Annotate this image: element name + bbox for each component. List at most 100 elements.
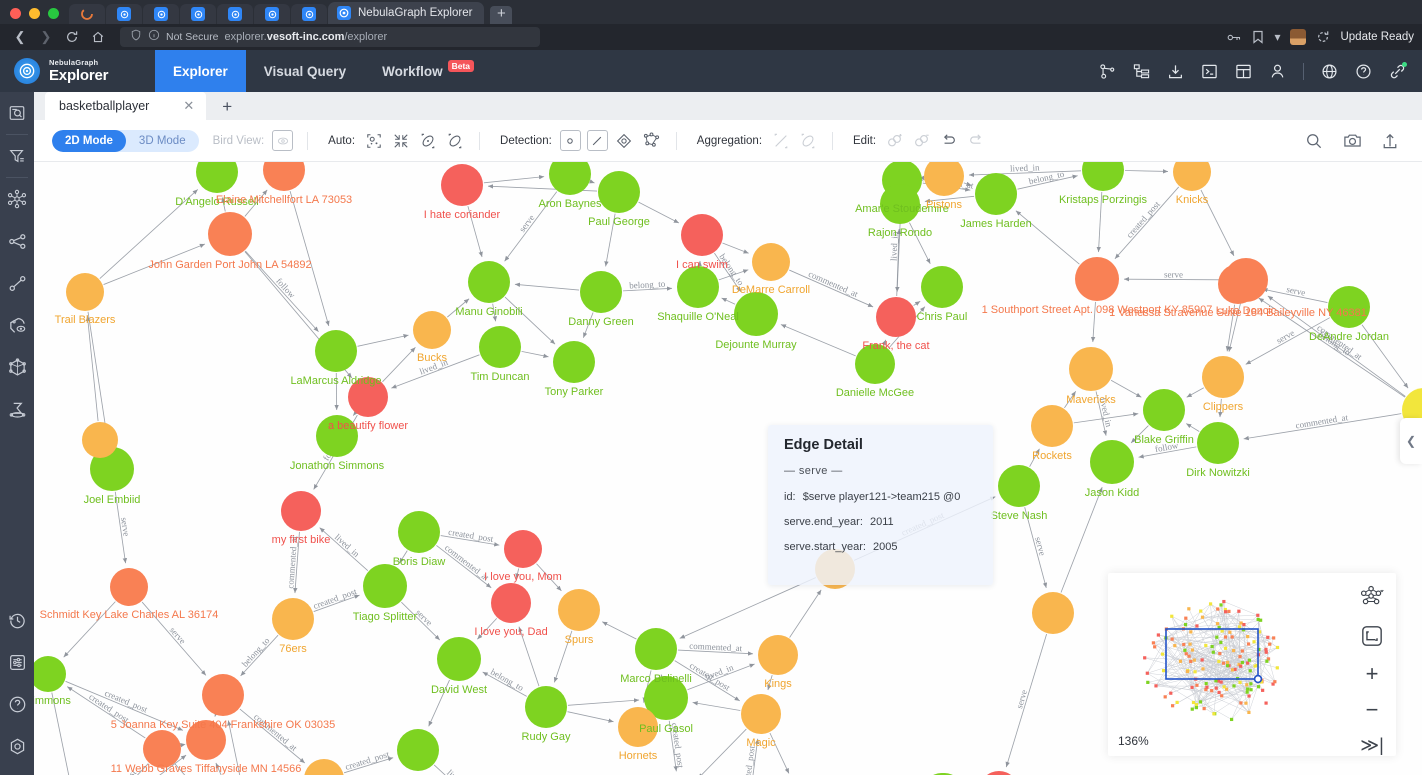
camera-snapshot-icon[interactable] <box>1342 131 1362 151</box>
minimap-resize-handle[interactable] <box>1253 674 1263 684</box>
sync-refresh-icon[interactable] <box>1316 30 1330 44</box>
graph-node[interactable] <box>208 212 252 256</box>
zoom-out-icon[interactable]: − <box>1366 699 1379 721</box>
help-circle-icon[interactable] <box>1355 63 1372 80</box>
graph-edge[interactable] <box>483 174 545 184</box>
auto-select-icon[interactable] <box>363 130 384 151</box>
fit-screen-icon[interactable] <box>1361 625 1383 647</box>
mode-switch[interactable]: 2D Mode 3D Mode <box>52 129 199 152</box>
graph-node[interactable] <box>1202 356 1244 398</box>
graph-edge[interactable] <box>521 350 549 358</box>
url-input[interactable]: Not Secure explorer.vesoft-inc.com/explo… <box>120 27 540 47</box>
graph-edge[interactable] <box>721 297 736 305</box>
nav-tab-explorer[interactable]: Explorer <box>155 50 246 92</box>
graph-node[interactable] <box>1173 162 1211 191</box>
workspace-tab-basketballplayer[interactable]: basketballplayer ✕ <box>45 92 207 120</box>
graph-node[interactable] <box>975 173 1017 215</box>
browser-tab-2[interactable] <box>106 4 142 24</box>
detect-node-icon[interactable] <box>559 130 581 151</box>
graph-edge[interactable] <box>789 589 822 638</box>
export-upload-icon[interactable] <box>1380 131 1400 151</box>
graph-node[interactable] <box>998 465 1040 507</box>
graph-node[interactable] <box>734 292 778 336</box>
graph-edge[interactable] <box>589 179 595 184</box>
sidebar-item-share-path[interactable] <box>0 220 34 262</box>
sidebar-item-settings[interactable] <box>0 641 34 683</box>
mode-2d-button[interactable]: 2D Mode <box>52 129 126 152</box>
browser-new-tab-button[interactable]: + <box>490 6 513 24</box>
graph-node[interactable] <box>272 598 314 640</box>
graph-node[interactable] <box>924 162 964 196</box>
graph-node[interactable] <box>876 297 916 337</box>
dashboard-icon[interactable] <box>1235 63 1252 80</box>
undo-icon[interactable] <box>938 130 959 151</box>
browser-tab-3[interactable] <box>143 4 179 24</box>
graph-node[interactable] <box>752 243 790 281</box>
console-icon[interactable] <box>1201 63 1218 80</box>
graph-node[interactable] <box>979 771 1019 775</box>
graph-edge[interactable] <box>1185 423 1200 432</box>
add-workspace-tab-button[interactable]: + <box>222 97 232 120</box>
window-traffic-lights[interactable] <box>0 8 69 24</box>
zoom-in-icon[interactable]: + <box>1366 663 1379 685</box>
browser-tab-5[interactable] <box>217 4 253 24</box>
graph-node[interactable] <box>196 162 238 193</box>
graph-node[interactable] <box>304 759 344 775</box>
mode-3d-button[interactable]: 3D Mode <box>126 130 199 152</box>
avatar[interactable] <box>1290 29 1307 45</box>
graph-edge[interactable] <box>692 701 741 711</box>
collapse-right-icon[interactable]: ≫| <box>1360 736 1384 754</box>
graph-node[interactable] <box>263 162 305 191</box>
graph-node[interactable] <box>504 530 542 568</box>
minimap-graph[interactable] <box>1108 573 1348 756</box>
graph-node[interactable] <box>397 729 439 771</box>
browser-tab-4[interactable] <box>180 4 216 24</box>
graph-node[interactable] <box>1082 162 1124 191</box>
sidebar-item-cube-3d[interactable] <box>0 346 34 388</box>
graph-edge[interactable] <box>698 728 747 775</box>
graph-node[interactable] <box>315 330 357 372</box>
detect-edge-icon[interactable] <box>586 130 608 151</box>
graph-node[interactable] <box>558 589 600 631</box>
sidebar-item-status-ring[interactable] <box>0 725 34 767</box>
graph-node[interactable] <box>1197 422 1239 464</box>
password-key-icon[interactable] <box>1227 31 1242 44</box>
detect-cluster-icon[interactable] <box>641 130 662 151</box>
graph-node[interactable] <box>413 311 451 349</box>
graph-edge[interactable] <box>352 410 359 416</box>
sidebar-item-history[interactable] <box>0 599 34 641</box>
graph-node[interactable] <box>553 341 595 383</box>
detect-diamond-icon[interactable] <box>614 130 635 151</box>
info-circle-icon[interactable] <box>148 28 160 46</box>
right-panel-collapse-button[interactable]: ❮ <box>1400 418 1422 464</box>
graph-edge[interactable] <box>567 698 640 706</box>
sidebar-item-aggregate-sigma[interactable] <box>0 388 34 430</box>
link-status-icon[interactable] <box>1389 61 1407 80</box>
language-globe-icon[interactable] <box>1321 63 1338 80</box>
download-icon[interactable] <box>1167 63 1184 80</box>
graph-edge[interactable] <box>382 347 416 383</box>
forward-arrow-icon[interactable]: ❯ <box>34 26 58 48</box>
sidebar-item-search-node[interactable] <box>0 92 34 134</box>
close-window-button[interactable] <box>10 8 21 19</box>
sidebar-item-tag-visibility[interactable] <box>0 304 34 346</box>
auto-collapse-icon[interactable] <box>390 130 411 151</box>
graph-node[interactable] <box>580 271 622 313</box>
chevron-down-icon[interactable]: ▾ <box>1274 30 1280 44</box>
graph-node[interactable] <box>1143 389 1185 431</box>
graph-edge[interactable] <box>1060 486 1103 593</box>
graph-node[interactable] <box>398 511 440 553</box>
browser-tab-7[interactable] <box>291 4 327 24</box>
graph-node[interactable] <box>677 266 719 308</box>
browser-active-tab[interactable]: NebulaGraph Explorer <box>328 2 485 24</box>
graph-node[interactable] <box>479 326 521 368</box>
graph-node[interactable] <box>1031 405 1073 447</box>
graph-edge[interactable] <box>913 300 921 306</box>
graph-node[interactable] <box>110 568 148 606</box>
graph-node[interactable] <box>758 635 798 675</box>
update-ready-label[interactable]: Update Ready <box>1340 31 1414 43</box>
graph-node[interactable] <box>1075 257 1119 301</box>
auto-expand-edge-icon[interactable] <box>444 130 465 151</box>
browser-tab-6[interactable] <box>254 4 290 24</box>
graph-edge[interactable] <box>357 334 409 347</box>
